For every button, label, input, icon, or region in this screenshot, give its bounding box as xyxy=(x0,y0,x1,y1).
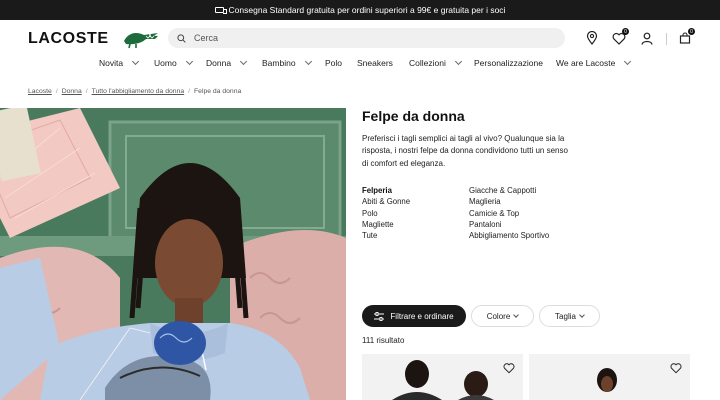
hero-image xyxy=(0,108,346,400)
chevron-down-icon xyxy=(132,57,140,66)
category-link-giacche[interactable]: Giacche & Cappotti xyxy=(469,186,579,195)
category-link-pantaloni[interactable]: Pantaloni xyxy=(469,220,579,229)
color-filter-dropdown[interactable]: Colore xyxy=(471,305,534,327)
breadcrumb: Lacoste / Donna / Tutto l'abbigliamento … xyxy=(28,88,242,95)
crocodile-logo-icon xyxy=(124,33,158,49)
cart-icon[interactable]: 0 xyxy=(677,28,695,46)
category-links: Felperia Giacche & Cappotti Abiti & Gonn… xyxy=(362,186,582,240)
breadcrumb-link-lacoste[interactable]: Lacoste xyxy=(28,88,52,95)
nav-item-sneakers[interactable]: Sneakers xyxy=(357,58,393,68)
nav-item-uomo[interactable]: Uomo xyxy=(154,57,193,68)
chevron-down-icon xyxy=(579,312,585,318)
search-bar[interactable] xyxy=(168,28,565,48)
nav-item-novita[interactable]: Novita xyxy=(99,57,140,68)
announcement-text: Consegna Standard gratuita per ordini su… xyxy=(228,5,506,15)
delivery-truck-icon xyxy=(214,7,227,14)
filter-sort-button[interactable]: Filtrare e ordinare xyxy=(362,305,466,327)
category-link-abiti[interactable]: Abiti & Gonne xyxy=(362,197,469,206)
chevron-down-icon xyxy=(513,312,520,318)
chevron-down-icon xyxy=(185,57,193,66)
nav-item-bambino[interactable]: Bambino xyxy=(262,57,312,68)
sliders-icon xyxy=(374,311,385,321)
account-icon[interactable] xyxy=(639,30,655,46)
wishlist-heart-icon[interactable] xyxy=(670,362,682,374)
main-nav: Novita Uomo Donna Bambino Polo Sneakers … xyxy=(0,56,720,74)
nav-item-we-are-lacoste[interactable]: We are Lacoste xyxy=(556,57,632,68)
breadcrumb-current: Felpe da donna xyxy=(194,88,242,95)
wishlist-icon[interactable]: 0 xyxy=(611,28,629,46)
product-card[interactable] xyxy=(529,354,690,400)
size-filter-dropdown[interactable]: Taglia xyxy=(539,305,600,327)
breadcrumb-link-abbigliamento[interactable]: Tutto l'abbigliamento da donna xyxy=(92,88,185,95)
store-locator-icon[interactable] xyxy=(584,30,600,46)
chevron-down-icon xyxy=(624,57,632,66)
category-link-maglieria[interactable]: Maglieria xyxy=(469,197,579,206)
category-link-polo[interactable]: Polo xyxy=(362,209,469,218)
chevron-down-icon xyxy=(454,57,462,66)
filter-sort-label: Filtrare e ordinare xyxy=(390,311,454,321)
category-link-felperia[interactable]: Felperia xyxy=(362,186,469,195)
category-link-sportivo[interactable]: Abbigliamento Sportivo xyxy=(469,231,579,240)
category-link-camicie[interactable]: Camicie & Top xyxy=(469,209,579,218)
chevron-down-icon xyxy=(240,57,248,66)
search-input[interactable] xyxy=(194,33,534,43)
breadcrumb-link-donna[interactable]: Donna xyxy=(62,88,82,95)
product-image xyxy=(529,354,690,400)
nav-item-personalizzazione[interactable]: Personalizzazione xyxy=(474,58,543,68)
category-description: Preferisci i tagli semplici ai tagli al … xyxy=(362,134,568,168)
site-header: LACOSTE 0 0 xyxy=(0,20,720,56)
announcement-bar: Consegna Standard gratuita per ordini su… xyxy=(0,0,720,20)
search-icon xyxy=(177,33,186,43)
nav-item-collezioni[interactable]: Collezioni xyxy=(409,57,462,68)
wishlist-count-badge: 0 xyxy=(622,28,629,35)
header-divider xyxy=(666,33,667,45)
category-link-magliette[interactable]: Magliette xyxy=(362,220,469,229)
wishlist-heart-icon[interactable] xyxy=(503,362,515,374)
page-title: Felpe da donna xyxy=(362,108,465,124)
cart-count-badge: 0 xyxy=(688,28,695,35)
lacoste-logo[interactable]: LACOSTE xyxy=(28,30,109,48)
results-count: 111 risultato xyxy=(362,336,405,345)
category-link-tute[interactable]: Tute xyxy=(362,231,469,240)
nav-item-donna[interactable]: Donna xyxy=(206,57,248,68)
chevron-down-icon xyxy=(304,57,312,66)
product-image xyxy=(362,354,523,400)
nav-item-polo[interactable]: Polo xyxy=(325,58,342,68)
product-card[interactable] xyxy=(362,354,523,400)
